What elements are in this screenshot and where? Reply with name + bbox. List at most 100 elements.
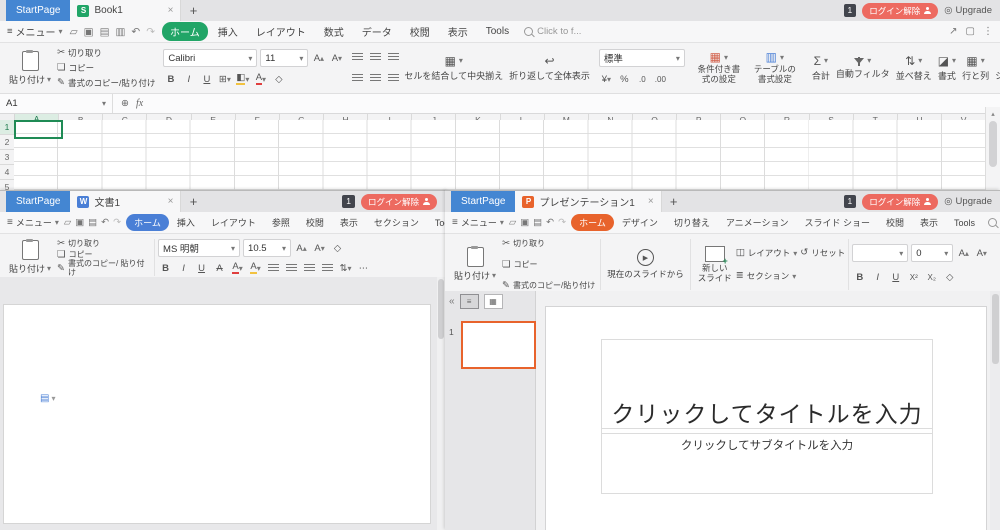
align-center-button[interactable] <box>284 261 299 276</box>
paste-button[interactable]: 貼り付け▾ <box>6 46 54 90</box>
font-size-select[interactable]: 10.5▾ <box>243 239 291 257</box>
play-from-current-button[interactable]: ▶ 現在のスライドから <box>604 236 687 293</box>
row-header-2[interactable]: 2 <box>0 135 14 150</box>
clear-format-button[interactable]: ◇ <box>271 72 286 87</box>
wrap-text-button[interactable]: ↩ 折り返して全体表示 <box>506 45 593 91</box>
font-size-select[interactable]: 0▾ <box>911 244 953 262</box>
currency-button[interactable]: ¥▾ <box>599 72 614 87</box>
fill-color-button[interactable]: ◧▾ <box>235 72 250 87</box>
menu-item-校閲[interactable]: 校閲 <box>402 22 438 41</box>
bold-button[interactable]: B <box>158 261 173 276</box>
row-header-4[interactable]: 4 <box>0 165 14 180</box>
clear-format-button[interactable]: ◇ <box>942 270 957 285</box>
open-icon[interactable]: ▱ <box>70 26 78 38</box>
open-icon[interactable]: ▱ <box>509 217 516 228</box>
font-shrink-button[interactable]: A▾ <box>312 241 327 256</box>
fx-label[interactable]: fx <box>136 98 143 109</box>
bold-button[interactable]: B <box>852 270 867 285</box>
font-name-select[interactable]: MS 明朝▾ <box>158 239 240 257</box>
menu-item-表示[interactable]: 表示 <box>440 22 476 41</box>
thumbnail-view-toggle[interactable]: ▦ <box>484 294 503 309</box>
undo-icon[interactable]: ↶ <box>101 217 109 228</box>
increase-decimal-button[interactable]: .0 <box>635 72 650 87</box>
user-badge[interactable]: 1 <box>844 4 857 16</box>
save-icon[interactable]: ▣ <box>84 26 94 38</box>
scrollbar-thumb[interactable] <box>992 294 999 364</box>
tab-book1[interactable]: S Book1 × <box>70 0 181 21</box>
insert-function-icon[interactable]: ⊕ <box>121 98 129 109</box>
section-button[interactable]: ≣セクション▾ <box>736 270 797 282</box>
paste-button[interactable]: 貼り付け▾ <box>6 237 54 278</box>
menu-item-校閲[interactable]: 校閲 <box>298 214 332 231</box>
cut-button[interactable]: ✂切り取り <box>57 238 149 249</box>
align-right-button[interactable] <box>302 261 317 276</box>
more-icon[interactable]: ⋮ <box>983 26 993 37</box>
tab-close-icon[interactable]: × <box>160 5 174 16</box>
redo-icon[interactable]: ↷ <box>113 217 121 228</box>
italic-button[interactable]: I <box>181 72 196 87</box>
writer-page[interactable]: ▤▾ <box>3 304 431 524</box>
cut-button[interactable]: ✂切り取り <box>57 47 155 59</box>
copy-button[interactable]: ❏コピー <box>57 62 155 74</box>
sheet-button[interactable]: ▤▾ シート <box>992 45 1000 91</box>
highlight-button[interactable]: A▾ <box>248 261 263 276</box>
layout-button[interactable]: ◫レイアウト▾ <box>736 247 798 259</box>
copy-button[interactable]: ❏コピー <box>502 259 595 270</box>
menu-item-参照[interactable]: 参照 <box>264 214 298 231</box>
main-menu-button[interactable]: ≡メニュー▾ <box>452 216 504 229</box>
user-badge[interactable]: 1 <box>342 195 355 207</box>
collapse-panel-button[interactable]: « <box>449 296 455 307</box>
align-top-button[interactable] <box>350 50 365 65</box>
autofilter-button[interactable]: ▾ 自動フィルタ <box>833 45 893 91</box>
menu-item-ホーム[interactable]: ホーム <box>162 22 208 41</box>
new-tab-button[interactable]: + <box>662 191 686 212</box>
user-badge[interactable]: 1 <box>844 195 857 207</box>
clear-format-button[interactable]: ◇ <box>330 241 345 256</box>
italic-button[interactable]: I <box>176 261 191 276</box>
menu-item-データ[interactable]: データ <box>354 22 400 41</box>
table-format-button[interactable]: ▥▾ テーブルの書式設定 <box>747 45 803 91</box>
align-left-button[interactable] <box>266 261 281 276</box>
menu-item-アニメーション[interactable]: アニメーション <box>718 214 797 231</box>
redo-icon[interactable]: ↷ <box>146 26 155 38</box>
selected-cell-a1[interactable] <box>14 120 63 139</box>
align-center-button[interactable] <box>368 71 383 86</box>
sum-button[interactable]: Σ▾ 合計 <box>809 45 833 91</box>
format-button[interactable]: ◪▾ 書式 <box>935 45 959 91</box>
menu-item-デザイン[interactable]: デザイン <box>614 214 666 231</box>
print-icon[interactable]: ▤ <box>88 217 97 228</box>
subscript-button[interactable]: X₂ <box>924 270 939 285</box>
undo-icon[interactable]: ↶ <box>131 26 140 38</box>
underline-button[interactable]: U <box>194 261 209 276</box>
font-name-select[interactable]: ▾ <box>852 244 908 262</box>
upgrade-button[interactable]: ◎Upgrade <box>944 5 992 16</box>
more-formatting-icon[interactable]: ⋯ <box>356 261 371 276</box>
redo-icon[interactable]: ↷ <box>558 217 566 228</box>
menu-item-レイアウト[interactable]: レイアウト <box>203 214 264 231</box>
menu-item-校閲[interactable]: 校閲 <box>878 214 912 231</box>
superscript-button[interactable]: X² <box>906 270 921 285</box>
pres-search[interactable]: Cli... <box>988 217 1000 228</box>
align-justify-button[interactable] <box>320 261 335 276</box>
scrollbar-thumb[interactable] <box>438 279 444 339</box>
preview-icon[interactable]: ▥ <box>115 26 125 38</box>
align-bottom-button[interactable] <box>386 50 401 65</box>
conditional-format-button[interactable]: ▦▾ 条件付き書式の設定 <box>691 45 747 91</box>
underline-button[interactable]: U <box>199 72 214 87</box>
format-painter-button[interactable]: ✎書式のコピー/貼り付け <box>502 280 595 291</box>
tab-startpage[interactable]: StartPage <box>6 191 70 212</box>
font-grow-button[interactable]: A▴ <box>311 51 326 66</box>
line-spacing-button[interactable]: ⇅▾ <box>338 261 353 276</box>
slide-canvas[interactable]: クリックしてタイトルを入力 クリックしてサブタイトルを入力 <box>545 306 987 530</box>
main-menu-button[interactable]: ≡メニュー▾ <box>7 24 63 39</box>
sort-button[interactable]: ⇅▾ 並べ替え <box>893 45 935 91</box>
font-shrink-button[interactable]: A▾ <box>329 51 344 66</box>
menu-item-表示[interactable]: 表示 <box>912 214 946 231</box>
decrease-decimal-button[interactable]: .00 <box>653 72 668 87</box>
rows-cols-button[interactable]: ▦▾ 行と列 <box>959 45 992 91</box>
menu-item-スライド ショー[interactable]: スライド ショー <box>797 214 879 231</box>
logout-button[interactable]: ログイン解除 <box>361 194 437 210</box>
format-painter-button[interactable]: ✎書式のコピー/貼り付け <box>57 77 155 89</box>
tab-startpage[interactable]: StartPage <box>451 191 515 212</box>
align-left-button[interactable] <box>350 71 365 86</box>
